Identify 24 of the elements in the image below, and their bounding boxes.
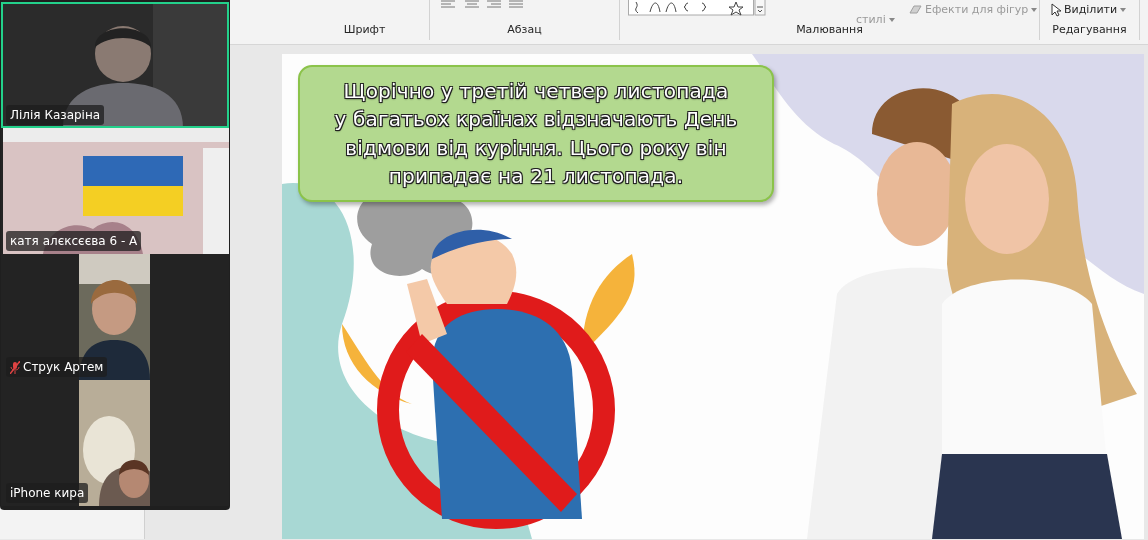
group-label: Малювання xyxy=(796,22,863,38)
justify-icon[interactable] xyxy=(508,0,524,8)
callout-text: відмови від куріння. Цього року він xyxy=(345,134,727,162)
callout-text: припадає на 21 листопада. xyxy=(388,163,684,190)
group-label: Шрифт xyxy=(342,21,386,38)
participant-name-tag: Струк Артем xyxy=(6,357,108,377)
cursor-icon xyxy=(1051,3,1061,18)
align-right-icon[interactable] xyxy=(486,0,502,8)
shape-gallery[interactable] xyxy=(628,0,766,16)
callout-text: Щорічно у третій четвер листопада xyxy=(343,77,729,105)
dropdown-caret-icon xyxy=(1031,8,1038,13)
group-label: Редагування xyxy=(1052,21,1127,38)
muted-mic-icon xyxy=(10,360,20,374)
dropdown-caret-icon xyxy=(888,18,895,23)
shape-effects-button[interactable]: Ефекти для фігур xyxy=(907,1,1039,20)
effects-icon xyxy=(908,4,922,17)
participant-name-tag: Лілія Казаріна xyxy=(6,105,105,125)
participant-name-tag: iPhone кира xyxy=(6,483,89,503)
callout-text: у багатьох країнах відзначають День xyxy=(334,106,738,133)
dropdown-caret-icon xyxy=(1120,8,1127,13)
select-button[interactable]: Виділити xyxy=(1050,1,1128,20)
align-left-icon[interactable] xyxy=(440,0,456,8)
align-center-icon[interactable] xyxy=(464,0,480,8)
group-label: Абзац xyxy=(507,21,542,38)
